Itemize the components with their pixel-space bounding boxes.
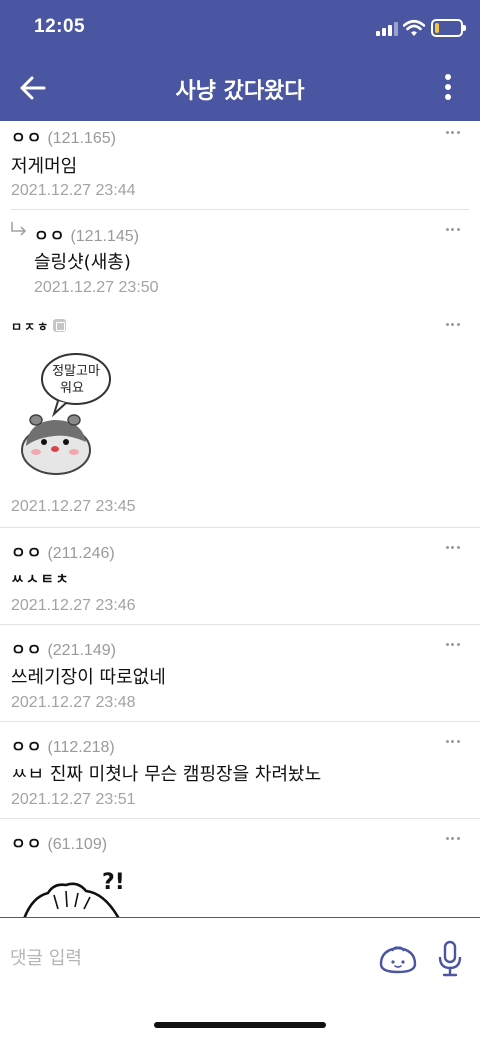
comment-text: 쓰레기장이 따로없네	[11, 667, 166, 688]
battery-level	[435, 23, 439, 33]
comment-text: ㅆㅂ 진짜 미쳣나 무슨 캠핑장을 차려놨노	[11, 764, 322, 785]
comment-item: ㅇㅇ (211.246) ㅆㅅㅌㅊ 2021.12.27 23:46	[0, 528, 480, 625]
more-horizontal-icon[interactable]	[446, 131, 462, 137]
comment-text: 저게머임	[11, 156, 78, 177]
hamster-sticker: 정말고마 워요	[21, 353, 111, 475]
comment-date: 2021.12.27 23:48	[11, 694, 136, 711]
comment-item: ㅇㅇ (121.165) 저게머임 2021.12.27 23:44 ㅇㅇ (121…	[0, 121, 480, 306]
comment-date: 2021.12.27 23:44	[11, 182, 136, 199]
sticker-caption-line2: 워요	[60, 381, 84, 396]
comment-list[interactable]: ㅇㅇ (121.165) 저게머임 2021.12.27 23:44 ㅇㅇ (121…	[0, 121, 480, 918]
author-nickname: ㅇㅇ	[34, 226, 66, 245]
author-ip: (112.218)	[47, 739, 115, 756]
dumpling-sticker: ?!	[23, 870, 125, 918]
reply-text: 슬링샷(새총)	[34, 252, 131, 273]
author-ip: (221.149)	[47, 642, 116, 659]
comment-author: ㅇㅇ (221.149)	[11, 636, 116, 660]
author-nickname: ㅇㅇ	[11, 737, 43, 756]
author-nickname: ㅇㅇ	[11, 640, 43, 659]
cellular-signal-icon	[376, 22, 398, 36]
reply-date: 2021.12.27 23:50	[34, 279, 159, 296]
comment-text: ㅆㅅㅌㅊ	[11, 572, 71, 588]
more-horizontal-icon[interactable]	[446, 228, 462, 234]
comment-item: ㅇㅇ (61.109) ?!	[0, 819, 480, 918]
comment-author: ㅇㅇ (121.165)	[11, 124, 116, 148]
comment-date: 2021.12.27 23:46	[11, 597, 136, 614]
more-horizontal-icon[interactable]	[446, 546, 462, 552]
reply-divider	[11, 209, 469, 210]
more-horizontal-icon[interactable]	[446, 740, 462, 746]
more-horizontal-icon[interactable]	[446, 323, 462, 329]
comment-input-bar	[0, 917, 480, 1039]
author-ip: (121.165)	[47, 130, 116, 147]
wifi-icon	[403, 19, 425, 36]
comment-item: ㅇㅇ (112.218) ㅆㅂ 진짜 미쳣나 무슨 캠핑장을 차려놨노 2021.…	[0, 722, 480, 819]
sticker-caption: ?!	[102, 870, 125, 895]
author-nickname: ㅇㅇ	[11, 128, 43, 147]
author-nickname: ㅇㅇ	[11, 543, 43, 562]
battery-icon	[431, 19, 466, 37]
comment-date: 2021.12.27 23:51	[11, 791, 136, 808]
author-ip: (61.109)	[47, 836, 108, 853]
comment-item: ㅇㅇ (221.149) 쓰레기장이 따로없네 2021.12.27 23:48	[0, 625, 480, 722]
comment-author: ㅇㅇ (112.218)	[11, 733, 115, 757]
comment-author: ㅇㅇ (61.109)	[11, 830, 107, 854]
status-time: 12:05	[34, 16, 86, 37]
comment-author: ㅇㅇ (211.246)	[11, 539, 115, 563]
navigation-bar: 사냥 갔다왔다	[0, 58, 480, 121]
author-nickname: ㅇㅇ	[11, 834, 43, 853]
home-indicator	[154, 1022, 326, 1028]
author-nickname: ㅁㅈㅎ	[11, 320, 51, 334]
more-horizontal-icon[interactable]	[446, 837, 462, 843]
app-header: 12:05 사냥 갔다왔다	[0, 0, 480, 121]
comment-item: ㅁㅈㅎ 정말고마 워요 2021.12.27 23:45	[0, 306, 480, 528]
more-horizontal-icon[interactable]	[446, 643, 462, 649]
author-ip: (121.145)	[70, 228, 139, 245]
author-ip: (211.246)	[47, 545, 115, 562]
reply-arrow-icon	[11, 222, 27, 236]
more-vertical-icon[interactable]	[436, 71, 460, 105]
page-title: 사냥 갔다왔다	[175, 79, 305, 104]
dumpling-emoji-icon[interactable]	[378, 938, 418, 978]
sticker-caption-line1: 정말고마	[52, 364, 100, 379]
comment-date: 2021.12.27 23:45	[11, 498, 136, 515]
microphone-icon[interactable]	[436, 940, 464, 978]
comment-input[interactable]	[10, 940, 350, 976]
comment-author: ㅁㅈㅎ	[11, 316, 67, 335]
fixed-nick-badge-icon	[53, 319, 67, 332]
status-bar: 12:05	[0, 0, 480, 58]
reply-author: ㅇㅇ (121.145)	[34, 222, 139, 246]
